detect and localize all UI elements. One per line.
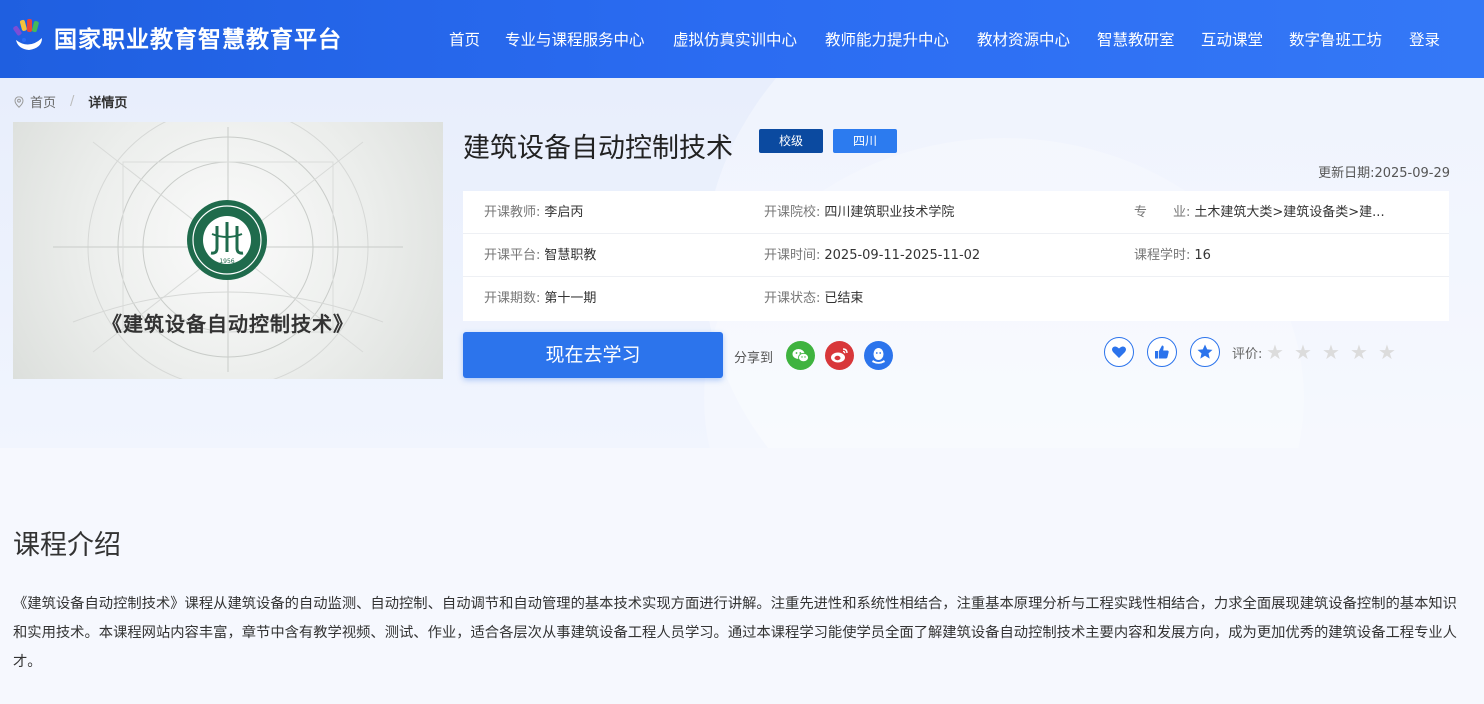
nav-digital-luban-workshop[interactable]: 数字鲁班工坊	[1289, 28, 1382, 50]
breadcrumb-home[interactable]: 首页	[30, 92, 56, 111]
course-intro-heading: 课程介绍	[13, 530, 121, 561]
collect-star-icon[interactable]	[1190, 337, 1220, 367]
course-info-table: 开课教师: 李启丙 开课院校: 四川建筑职业技术学院 专 业: 土木建筑大类>建筑设备…	[463, 191, 1449, 321]
info-school: 开课院校: 四川建筑职业技术学院	[764, 205, 955, 220]
info-platform: 开课平台: 智慧职教	[484, 248, 597, 263]
info-row: 开课教师: 李启丙 开课院校: 四川建筑职业技术学院 专 业: 土木建筑大类>建筑设备…	[463, 191, 1449, 234]
breadcrumb: 首页 / 详情页	[14, 92, 127, 111]
school-seal-icon: 1956	[187, 200, 267, 280]
breadcrumb-separator: /	[70, 94, 75, 109]
weibo-share-icon[interactable]	[825, 341, 854, 370]
rating-star-icon[interactable]: ★	[1294, 340, 1312, 364]
nav-interactive-classroom[interactable]: 互动课堂	[1201, 28, 1263, 50]
rating-label: 评价:	[1232, 347, 1263, 362]
platform-logo-icon[interactable]	[12, 18, 46, 52]
nav-smart-research-room[interactable]: 智慧教研室	[1097, 28, 1175, 50]
info-time: 开课时间: 2025-09-11-2025-11-02	[764, 248, 981, 263]
course-title: 建筑设备自动控制技术	[463, 133, 733, 164]
nav-virtual-training-center[interactable]: 虚拟仿真实训中心	[673, 28, 797, 50]
info-teacher: 开课教师: 李启丙	[484, 205, 584, 220]
breadcrumb-current: 详情页	[88, 96, 128, 111]
rating-star-icon[interactable]: ★	[1350, 340, 1368, 364]
start-learning-button[interactable]: 现在去学习	[463, 332, 723, 378]
top-header: 国家职业教育智慧教育平台 首页 专业与课程服务中心 虚拟仿真实训中心 教师能力提…	[0, 0, 1484, 78]
course-intro-text: 《建筑设备自动控制技术》课程从建筑设备的自动监测、自动控制、自动调节和自动管理的…	[13, 596, 1457, 670]
like-thumb-icon[interactable]	[1147, 337, 1177, 367]
share-label: 分享到	[734, 351, 774, 366]
info-status: 开课状态: 已结束	[764, 291, 864, 306]
rating-star-icon[interactable]: ★	[1266, 340, 1284, 364]
qq-share-icon[interactable]	[864, 341, 893, 370]
rating-star-icon[interactable]: ★	[1322, 340, 1340, 364]
rating-star-icon[interactable]: ★	[1378, 340, 1396, 364]
svg-text:1956: 1956	[219, 258, 234, 265]
nav-major-course-center[interactable]: 专业与课程服务中心	[505, 28, 645, 50]
site-title[interactable]: 国家职业教育智慧教育平台	[54, 20, 342, 54]
course-cover-image[interactable]: 1956 《建筑设备自动控制技术》	[13, 122, 443, 379]
nav-login[interactable]: 登录	[1409, 28, 1440, 50]
wechat-share-icon[interactable]	[786, 341, 815, 370]
nav-home[interactable]: 首页	[449, 28, 480, 50]
nav-textbook-resource-center[interactable]: 教材资源中心	[977, 28, 1070, 50]
favorite-heart-icon[interactable]	[1104, 337, 1134, 367]
info-row: 开课期数: 第十一期 开课状态: 已结束	[463, 277, 1449, 320]
info-term: 开课期数: 第十一期	[484, 291, 597, 306]
course-hero: 首页 / 详情页 1956 《建筑设备自动控制技术》 建筑设备自动控制技术 校级…	[0, 78, 1484, 448]
cover-title: 《建筑设备自动控制技术》	[102, 312, 354, 336]
info-row: 开课平台: 智慧职教 开课时间: 2025-09-11-2025-11-02 课程学…	[463, 234, 1449, 277]
update-date: 更新日期:2025-09-29	[1318, 166, 1450, 181]
location-pin-icon	[14, 95, 24, 108]
region-badge: 四川	[833, 129, 897, 153]
nav-teacher-ability-center[interactable]: 教师能力提升中心	[825, 28, 949, 50]
info-major: 专 业: 土木建筑大类>建筑设备类>建...	[1134, 205, 1385, 220]
level-badge: 校级	[759, 129, 823, 153]
info-hours: 课程学时: 16	[1134, 248, 1211, 263]
